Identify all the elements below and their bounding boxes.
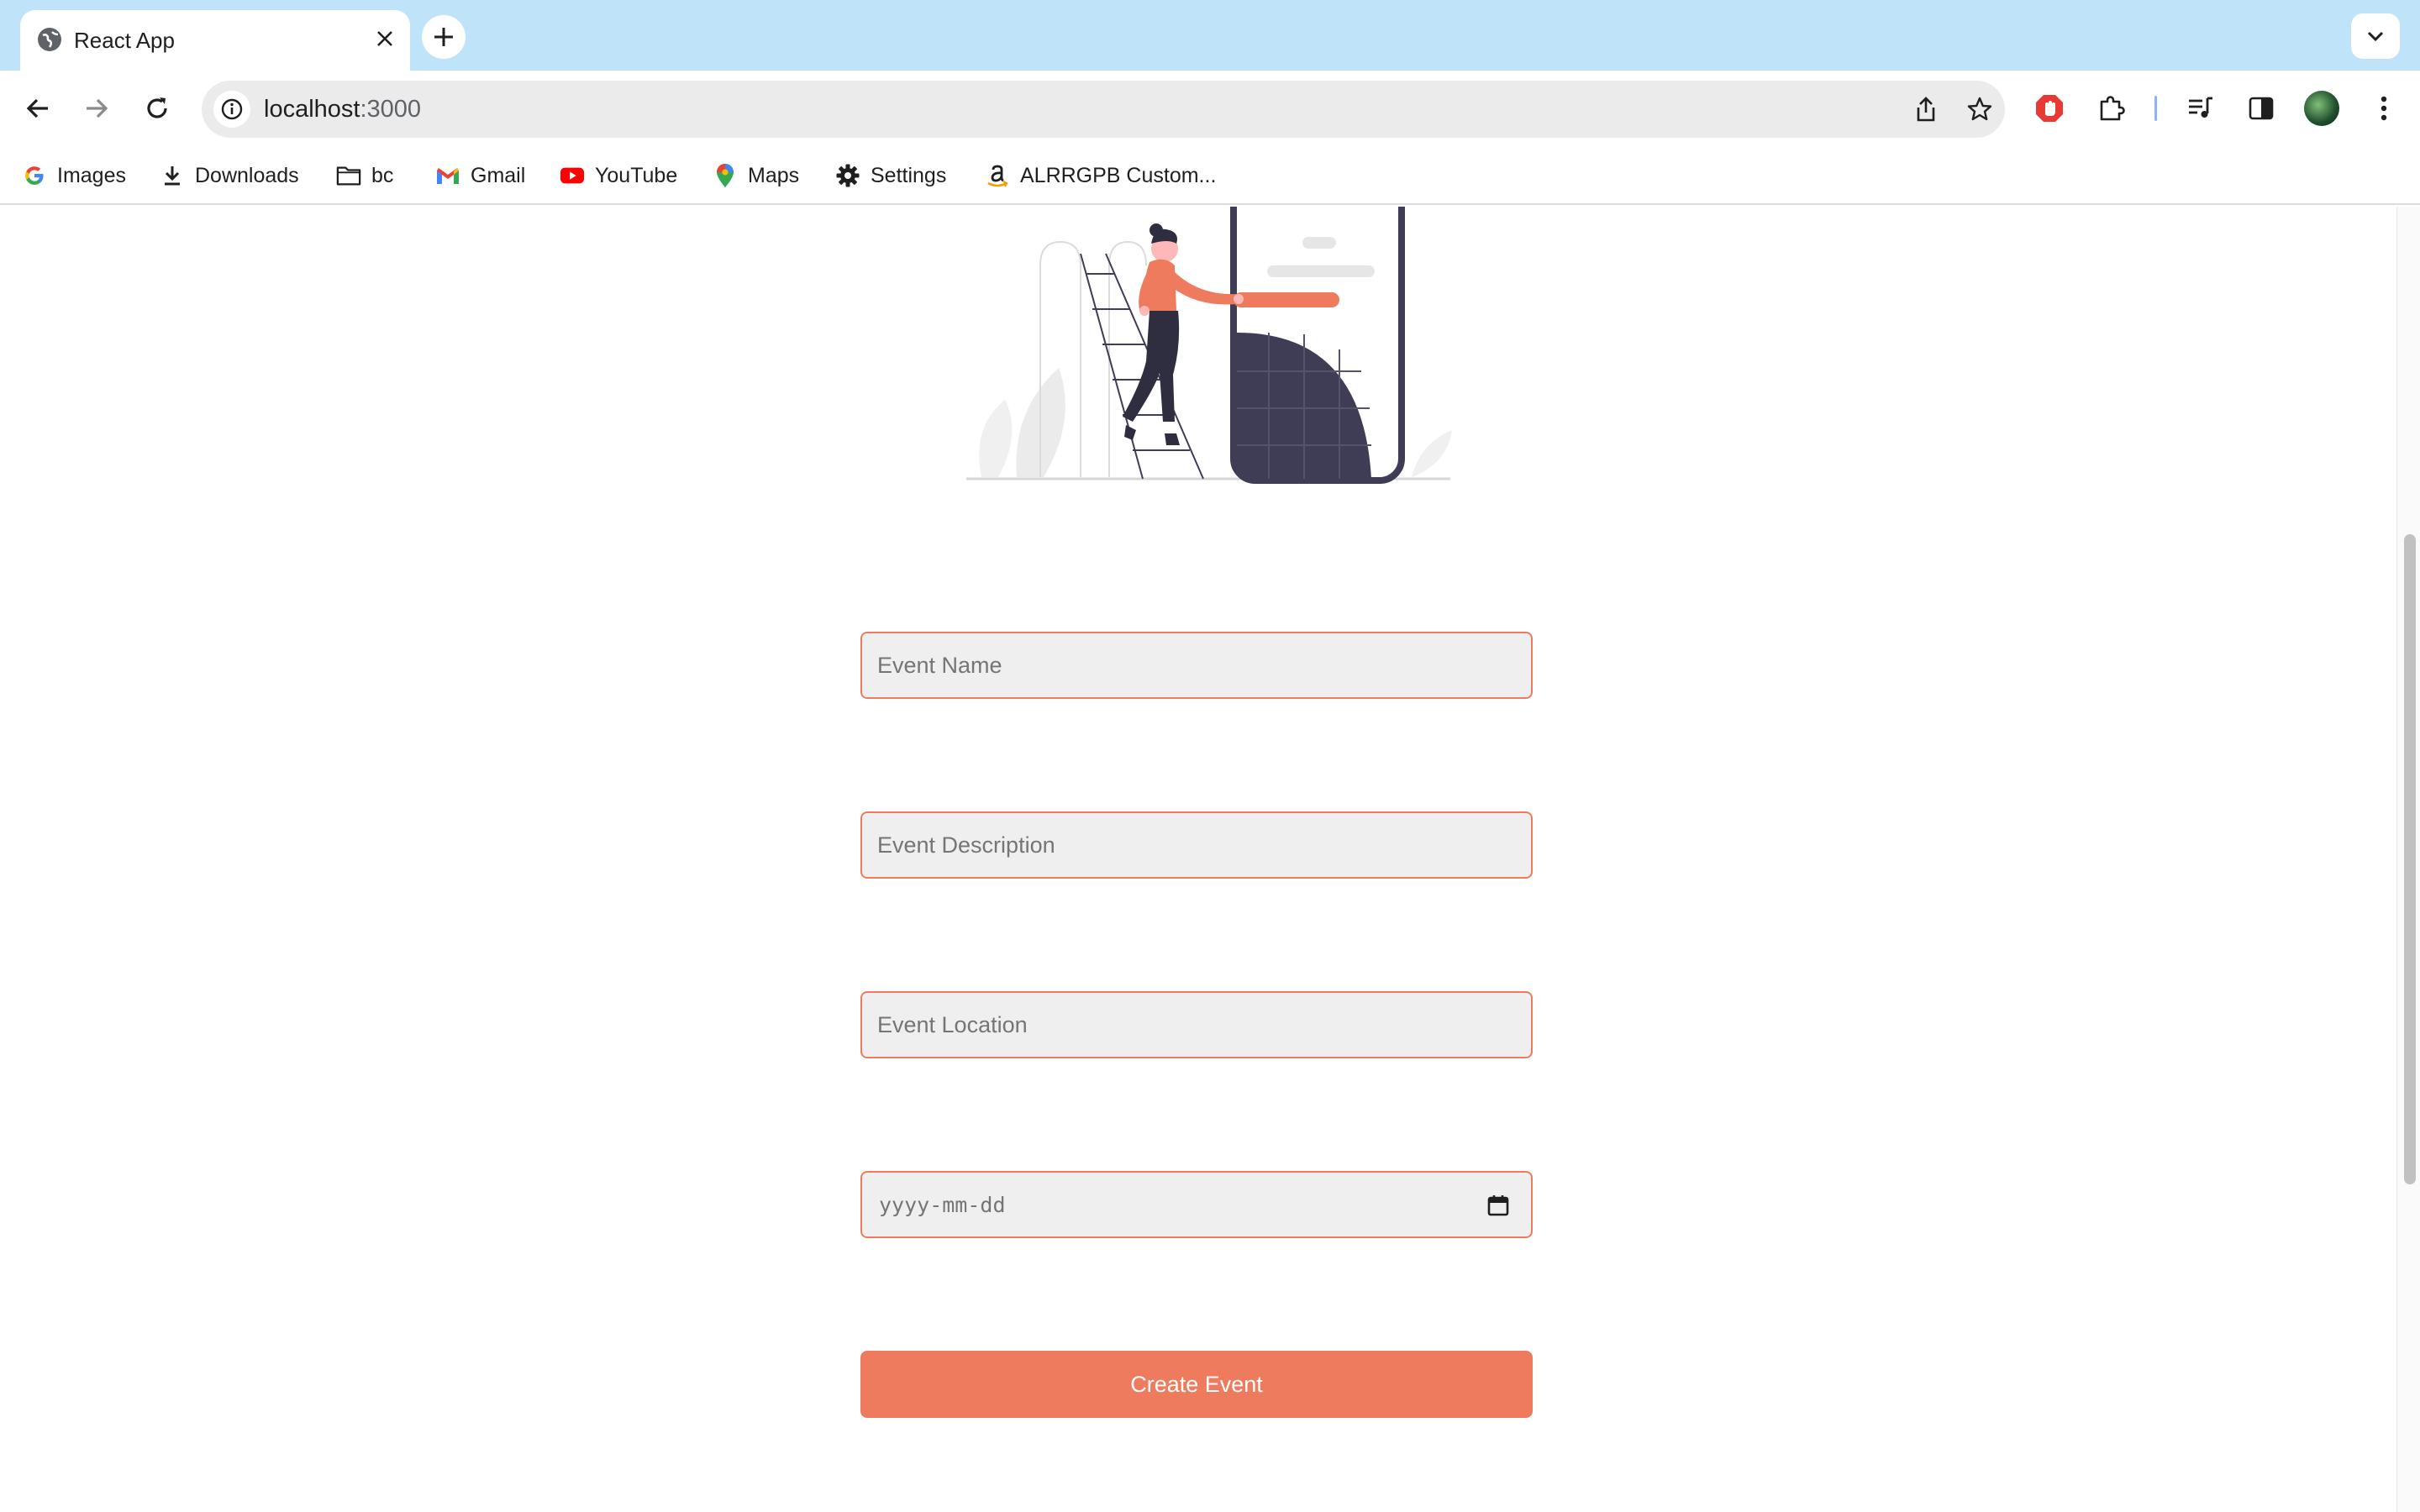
gmail-icon bbox=[435, 163, 460, 188]
address-bar[interactable]: localhost:3000 bbox=[202, 81, 2005, 138]
tab-title: React App bbox=[74, 28, 175, 53]
toolbar-separator bbox=[2154, 96, 2157, 121]
chevron-down-icon bbox=[2367, 31, 2384, 42]
back-button[interactable] bbox=[17, 87, 59, 129]
bookmark-settings[interactable]: Settings bbox=[835, 158, 946, 193]
tab-react-app[interactable]: React App bbox=[20, 10, 410, 71]
forward-button[interactable] bbox=[76, 87, 118, 129]
bookmark-label: Images bbox=[57, 163, 126, 187]
reload-icon bbox=[147, 97, 167, 118]
arrow-left-icon bbox=[26, 98, 48, 118]
download-icon bbox=[160, 163, 185, 188]
bookmark-maps[interactable]: Maps bbox=[713, 158, 799, 193]
menu-kebab-icon[interactable] bbox=[2363, 87, 2405, 129]
bookmark-bc-folder[interactable]: bc bbox=[336, 158, 393, 193]
arrow-right-icon bbox=[87, 98, 108, 118]
google-icon bbox=[22, 163, 47, 188]
bookmark-star-icon[interactable] bbox=[1961, 91, 1998, 128]
close-tab-icon[interactable] bbox=[368, 22, 402, 55]
tab-search-button[interactable] bbox=[2351, 13, 2400, 59]
bookmark-youtube[interactable]: YouTube bbox=[560, 158, 677, 193]
gear-icon bbox=[835, 163, 860, 188]
url-host: localhost bbox=[264, 96, 360, 123]
side-panel-icon[interactable] bbox=[2240, 87, 2282, 129]
maps-icon bbox=[713, 163, 738, 188]
bookmark-downloads[interactable]: Downloads bbox=[160, 158, 299, 193]
bookmark-label: Settings bbox=[871, 163, 947, 187]
create-event-button[interactable]: Create Event bbox=[860, 1351, 1533, 1418]
profile-avatar[interactable] bbox=[2304, 91, 2339, 126]
date-placeholder[interactable]: yyyy-mm-dd bbox=[879, 1189, 1006, 1221]
bookmark-gmail[interactable]: Gmail bbox=[435, 158, 525, 193]
page-viewport: yyyy-mm-dd Create Event bbox=[0, 207, 2396, 1512]
event-name-input[interactable] bbox=[862, 633, 1531, 697]
folder-icon bbox=[336, 163, 361, 188]
globe-icon bbox=[35, 25, 64, 54]
plus-icon bbox=[434, 28, 453, 46]
bookmark-label: Downloads bbox=[195, 163, 299, 187]
adblock-extension-icon[interactable] bbox=[2028, 87, 2070, 129]
bookmarks-bar: Images Downloads bc Gmail YouTube Maps S… bbox=[0, 146, 2420, 205]
bookmark-amazon-custom[interactable]: ALRRGPB Custom... bbox=[985, 158, 1216, 193]
bookmark-label: Maps bbox=[748, 163, 800, 187]
bookmark-label: bc bbox=[371, 163, 394, 187]
event-name-field[interactable] bbox=[860, 632, 1533, 699]
bookmark-label: ALRRGPB Custom... bbox=[1020, 163, 1217, 187]
new-tab-button[interactable] bbox=[422, 15, 466, 59]
amazon-icon bbox=[985, 163, 1010, 188]
media-controls-icon[interactable] bbox=[2180, 87, 2222, 129]
site-info-icon[interactable] bbox=[213, 91, 250, 128]
extensions-puzzle-icon[interactable] bbox=[2091, 87, 2133, 129]
event-description-input[interactable] bbox=[862, 813, 1531, 877]
event-description-field[interactable] bbox=[860, 811, 1533, 879]
event-location-field[interactable] bbox=[860, 991, 1533, 1058]
page-scrollbar[interactable] bbox=[2396, 207, 2420, 1512]
bookmark-label: YouTube bbox=[595, 163, 678, 187]
reload-button[interactable] bbox=[136, 87, 178, 129]
tab-strip: React App bbox=[0, 0, 2420, 71]
url-port: :3000 bbox=[360, 96, 422, 123]
calendar-icon[interactable] bbox=[1484, 1191, 1512, 1220]
browser-toolbar: localhost:3000 bbox=[0, 71, 2420, 146]
bookmark-label: Gmail bbox=[471, 163, 526, 187]
share-icon[interactable] bbox=[1907, 91, 1944, 128]
youtube-icon bbox=[560, 163, 585, 188]
hero-illustration bbox=[966, 207, 1452, 484]
bookmark-images[interactable]: Images bbox=[22, 158, 126, 193]
scrollbar-thumb[interactable] bbox=[2404, 534, 2416, 1184]
event-location-input[interactable] bbox=[862, 993, 1531, 1057]
address-url[interactable]: localhost:3000 bbox=[264, 92, 421, 126]
event-date-field[interactable]: yyyy-mm-dd bbox=[860, 1171, 1533, 1238]
